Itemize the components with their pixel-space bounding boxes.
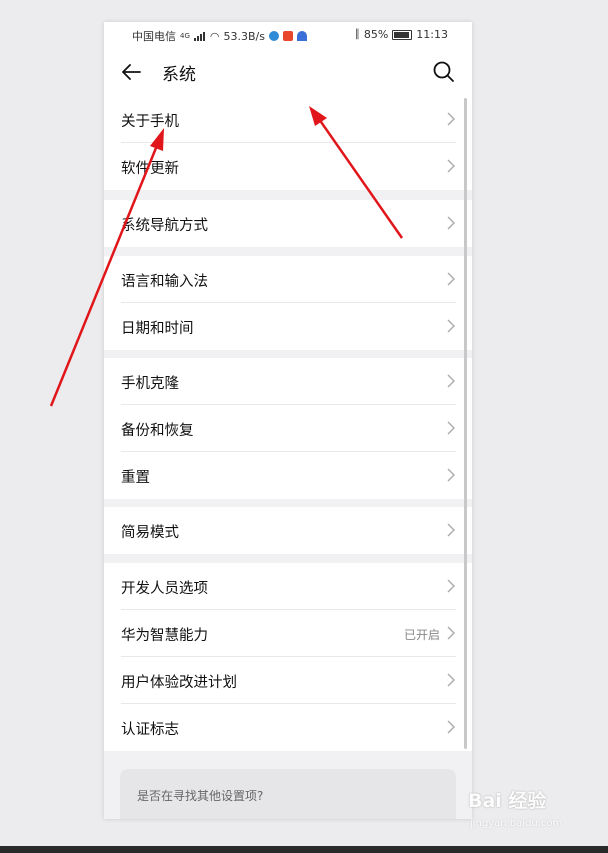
- setting-label: 备份和恢复: [121, 423, 194, 439]
- setting-huawei-intelligence[interactable]: 华为智慧能力 已开启: [104, 610, 472, 657]
- chevron-right-icon: [447, 523, 455, 537]
- app-bar: 系统: [104, 46, 472, 98]
- setting-certification-logos[interactable]: 认证标志: [104, 704, 472, 751]
- setting-label: 简易模式: [121, 525, 179, 541]
- scrollbar[interactable]: [464, 98, 467, 749]
- settings-group: 系统导航方式: [104, 200, 472, 247]
- back-button[interactable]: [118, 58, 146, 86]
- setting-label: 语言和输入法: [121, 274, 208, 290]
- setting-label: 日期和时间: [121, 321, 194, 337]
- app-notification-icon: [268, 31, 279, 41]
- carrier-label: 中国电信: [132, 30, 176, 43]
- chevron-right-icon: [447, 720, 455, 734]
- phone-screen: 中国电信 4G ◠ 53.3B/s ║ 85% 11:13 系统 关于手机 软件…: [104, 22, 472, 819]
- settings-group: 简易模式: [104, 507, 472, 554]
- settings-group: 关于手机 软件更新: [104, 96, 472, 190]
- setting-simple-mode[interactable]: 简易模式: [104, 507, 472, 554]
- network-label: 4G: [180, 32, 190, 40]
- arrow-left-icon: [122, 64, 141, 80]
- setting-status-value: 已开启: [403, 628, 440, 642]
- chevron-right-icon: [447, 272, 455, 286]
- setting-reset[interactable]: 重置: [104, 452, 472, 499]
- chevron-right-icon: [447, 112, 455, 126]
- setting-label: 关于手机: [121, 114, 179, 130]
- setting-date-time[interactable]: 日期和时间: [104, 303, 472, 350]
- setting-user-experience[interactable]: 用户体验改进计划: [104, 657, 472, 704]
- settings-group: 开发人员选项 华为智慧能力 已开启 用户体验改进计划 认证标志: [104, 563, 472, 751]
- setting-about-phone[interactable]: 关于手机: [104, 96, 472, 143]
- setting-phone-clone[interactable]: 手机克隆: [104, 358, 472, 405]
- setting-label: 认证标志: [121, 722, 179, 738]
- suggestion-text: 是否在寻找其他设置项?: [137, 789, 264, 803]
- clock: 11:13: [416, 28, 448, 41]
- setting-language-input[interactable]: 语言和输入法: [104, 256, 472, 303]
- setting-label: 手机克隆: [121, 376, 179, 392]
- chevron-right-icon: [447, 319, 455, 333]
- bottom-strip: [0, 846, 608, 853]
- setting-software-update[interactable]: 软件更新: [104, 143, 472, 190]
- settings-group: 语言和输入法 日期和时间: [104, 256, 472, 350]
- vibrate-icon: ║: [354, 29, 360, 40]
- network-speed: 53.3B/s: [223, 29, 265, 43]
- suggestion-card[interactable]: 是否在寻找其他设置项?: [120, 769, 456, 819]
- status-bar: 中国电信 4G ◠ 53.3B/s ║ 85% 11:13: [104, 22, 472, 46]
- setting-label: 系统导航方式: [121, 218, 208, 234]
- setting-label: 开发人员选项: [121, 581, 208, 597]
- chevron-right-icon: [447, 216, 455, 230]
- setting-label: 用户体验改进计划: [121, 675, 237, 691]
- battery-icon: [392, 29, 413, 40]
- chevron-right-icon: [447, 673, 455, 687]
- watermark: Bai 经验 jingyan.baidu.com: [462, 786, 582, 836]
- setting-label: 软件更新: [121, 161, 179, 177]
- watermark-url: jingyan.baidu.com: [470, 818, 563, 829]
- chevron-right-icon: [447, 159, 455, 173]
- battery-percent: 85%: [363, 28, 389, 41]
- search-button[interactable]: [430, 58, 458, 86]
- settings-group: 手机克隆 备份和恢复 重置: [104, 358, 472, 499]
- setting-system-navigation[interactable]: 系统导航方式: [104, 200, 472, 247]
- watermark-logo: Bai 经验: [468, 790, 547, 812]
- setting-label: 重置: [121, 470, 150, 486]
- wifi-icon: ◠: [209, 29, 220, 43]
- chevron-right-icon: [447, 626, 455, 640]
- chevron-right-icon: [447, 468, 455, 482]
- app-notification-icon: [296, 31, 307, 41]
- signal-icon: [193, 31, 206, 41]
- chevron-right-icon: [447, 579, 455, 593]
- setting-label: 华为智慧能力: [121, 628, 208, 644]
- setting-backup-restore[interactable]: 备份和恢复: [104, 405, 472, 452]
- search-icon: [433, 61, 454, 82]
- setting-developer-options[interactable]: 开发人员选项: [104, 563, 472, 610]
- app-notification-icon: [282, 31, 293, 41]
- chevron-right-icon: [447, 421, 455, 435]
- page-title: 系统: [162, 65, 196, 85]
- chevron-right-icon: [447, 374, 455, 388]
